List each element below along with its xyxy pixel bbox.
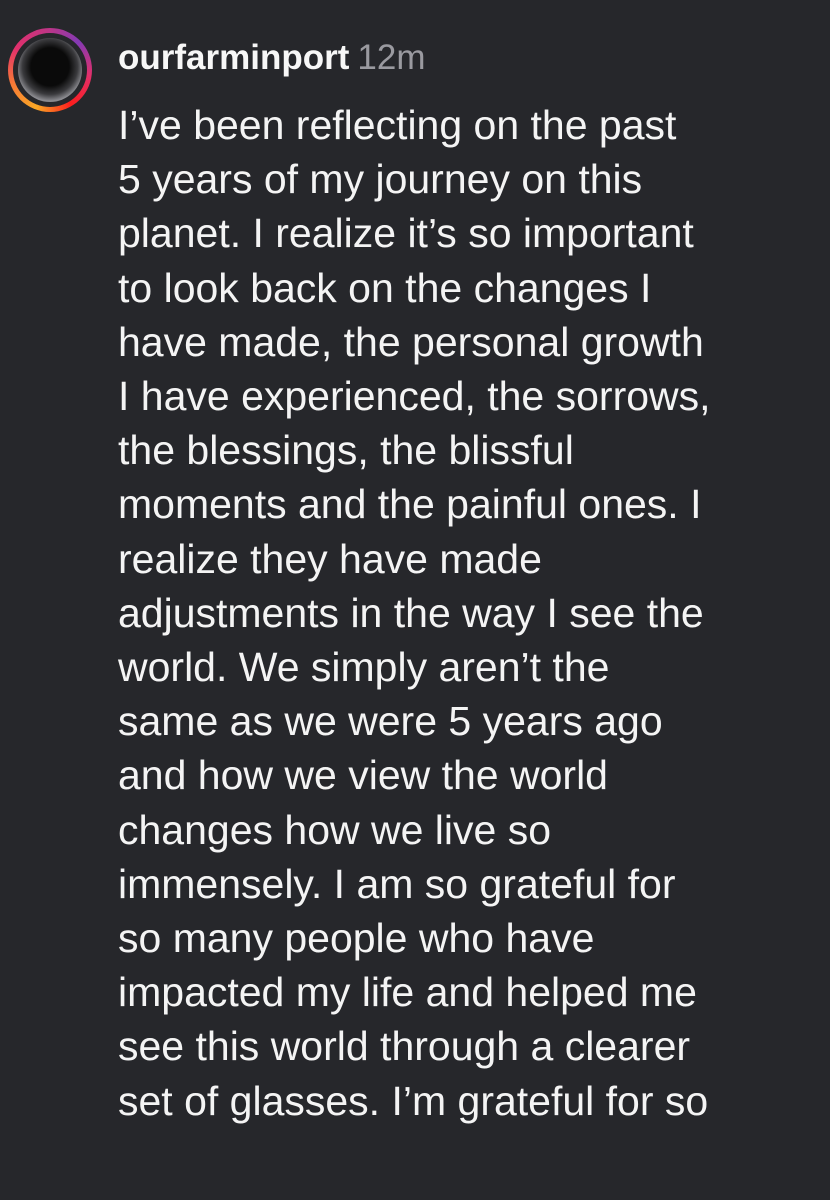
comment-line: have made, the personal growth (118, 318, 704, 365)
comment-line: realize they have made (118, 535, 542, 582)
comment-line: planet. I realize it’s so important (118, 210, 694, 257)
comment-line: I’ve been reflecting on the past (118, 102, 677, 148)
comment-line: same as we were 5 years ago (118, 698, 663, 745)
comment-line: see this world through a clearer (118, 1023, 691, 1070)
comment-line: adjustments in the way I see the (118, 589, 704, 636)
comment-line: to look back on the changes I (118, 264, 652, 311)
avatar[interactable] (8, 28, 92, 112)
comment-line: set of glasses. I’m grateful for so (118, 1077, 709, 1124)
comment-line: I have experienced, the sorrows, (118, 373, 711, 420)
comment-line: the blessings, the blissful (118, 427, 574, 474)
comment-line: impacted my life and helped me (118, 969, 697, 1016)
timestamp: 12m (357, 38, 426, 77)
comment-line: so many people who have (118, 915, 595, 962)
comment-text: I’ve been reflecting on the past 5 years… (118, 98, 818, 1128)
comment-line: immensely. I am so grateful for (118, 860, 676, 907)
comment-line: moments and the painful ones. I (118, 481, 702, 528)
username-link[interactable]: ourfarminport (118, 38, 349, 77)
comment-line: world. We simply aren’t the (118, 644, 610, 691)
comment: ourfarminport 12m I’ve been reflecting on… (0, 0, 830, 1200)
comment-line: and how we view the world (118, 752, 608, 799)
comment-line: changes how we live so (118, 806, 552, 853)
comment-header: ourfarminport 12m (118, 34, 425, 82)
profile-picture-icon (18, 38, 82, 102)
comment-line: 5 years of my journey on this (118, 156, 643, 203)
